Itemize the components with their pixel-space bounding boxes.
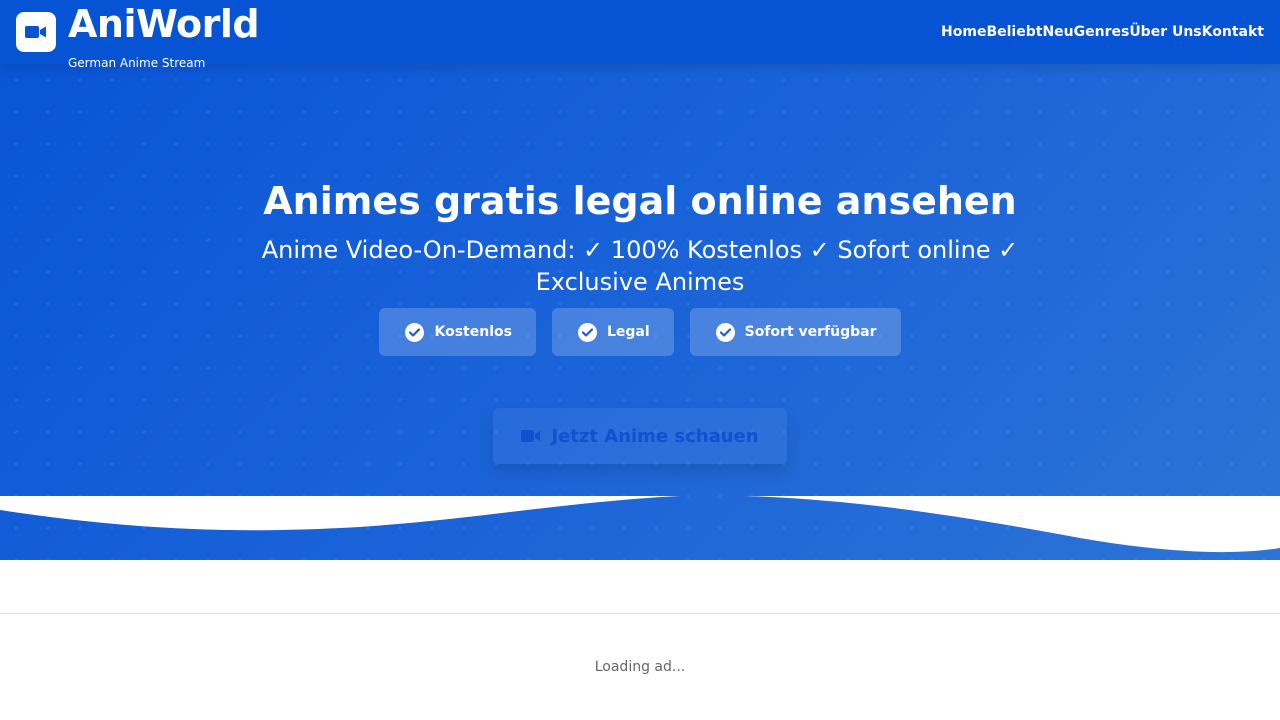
hero-section: Animes gratis legal online ansehen Anime…: [0, 64, 1280, 560]
ad-placeholder: Loading ad...: [594, 659, 686, 675]
brand-name[interactable]: AniWorld: [68, 2, 260, 46]
nav-kontakt[interactable]: Kontakt: [1202, 23, 1264, 41]
site-header: AniWorld German Anime Stream Home Belieb…: [0, 0, 1280, 70]
logo[interactable]: [16, 12, 56, 52]
brand-tagline: German Anime Stream: [68, 56, 206, 70]
nav-neu[interactable]: Neu: [1042, 23, 1073, 41]
nav-ueber-uns[interactable]: Über Uns: [1129, 23, 1201, 41]
check-circle-icon: [577, 322, 597, 342]
video-camera-icon: [521, 430, 541, 442]
wave-divider: [0, 496, 1280, 553]
badge-legal: Legal: [551, 308, 674, 356]
hero-subtitle: Anime Video-On-Demand: ✓ 100% Kostenlos …: [261, 236, 1019, 296]
badge-sofort-verfuegbar: Sofort verfügbar: [689, 308, 901, 356]
badge-kostenlos: Kostenlos: [379, 308, 536, 356]
check-circle-icon: [405, 322, 425, 342]
check-circle-icon: [715, 322, 735, 342]
section-divider: [0, 613, 1280, 614]
badge-label: Legal: [606, 324, 650, 340]
nav-home[interactable]: Home: [941, 23, 986, 41]
nav-genres[interactable]: Genres: [1074, 23, 1130, 41]
cta-label: Jetzt Anime schauen: [551, 425, 759, 447]
watch-anime-button[interactable]: Jetzt Anime schauen: [493, 408, 787, 464]
nav-beliebt[interactable]: Beliebt: [986, 23, 1042, 41]
hero-title: Animes gratis legal online ansehen: [263, 179, 1017, 223]
badge-label: Kostenlos: [434, 324, 512, 340]
badge-label: Sofort verfügbar: [744, 324, 877, 340]
video-camera-icon: [25, 26, 46, 38]
main-nav: Home Beliebt Neu Genres Über Uns Kontakt: [941, 23, 1264, 41]
feature-badges: Kostenlos Legal Sofort verfügbar: [0, 308, 1280, 356]
